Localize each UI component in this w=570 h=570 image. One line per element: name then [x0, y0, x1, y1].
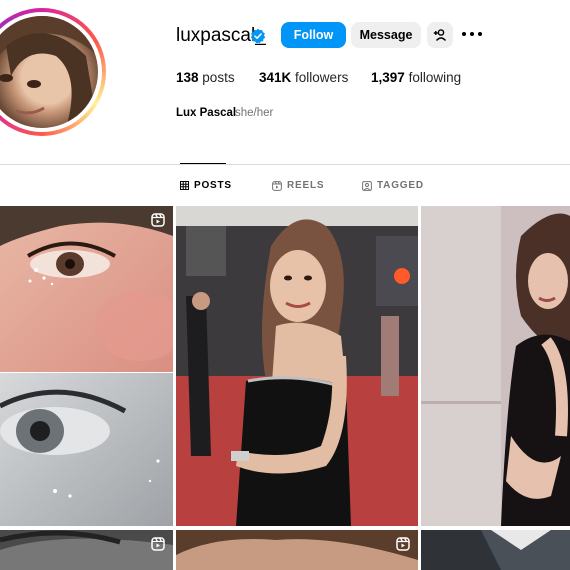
post-tile[interactable]	[421, 206, 570, 526]
post-tile[interactable]	[421, 530, 570, 570]
follow-button[interactable]: Follow	[281, 22, 346, 48]
posts-count: 138	[176, 70, 199, 85]
tab-tagged-label: TAGGED	[377, 180, 424, 191]
suggested-users-button[interactable]	[427, 22, 453, 48]
post-image	[421, 530, 570, 570]
profile-full-name: Lux Pascal	[176, 107, 237, 119]
add-user-icon	[433, 29, 447, 41]
more-dot-icon	[470, 32, 474, 36]
more-options-button[interactable]	[462, 26, 482, 42]
post-image	[0, 530, 173, 570]
tab-reels[interactable]: REELS	[272, 180, 324, 191]
post-tile[interactable]	[0, 530, 173, 570]
reel-indicator-icon	[151, 537, 165, 551]
post-tile[interactable]	[176, 530, 418, 570]
post-image	[176, 206, 418, 526]
post-image	[176, 530, 418, 570]
profile-pronouns: she/her	[235, 107, 274, 119]
post-tile[interactable]	[0, 206, 173, 526]
tabs-divider	[0, 164, 570, 165]
tab-posts[interactable]: POSTS	[180, 180, 232, 191]
verified-badge-icon	[250, 28, 266, 44]
tab-posts-label: POSTS	[194, 180, 232, 191]
more-dot-icon	[478, 32, 482, 36]
grid-icon	[180, 181, 189, 190]
reels-icon	[272, 180, 282, 191]
tab-reels-label: REELS	[287, 180, 325, 191]
following-label: following	[408, 70, 462, 85]
posts-count-stat: 138 posts	[176, 70, 235, 85]
avatar[interactable]	[0, 16, 98, 128]
avatar-border	[0, 12, 102, 132]
message-button[interactable]: Message	[351, 22, 421, 48]
followers-count: 341K	[259, 70, 292, 85]
post-image	[421, 206, 570, 526]
post-image	[0, 206, 173, 526]
reel-indicator-icon	[151, 213, 165, 227]
posts-label: posts	[202, 70, 235, 85]
following-stat[interactable]: 1,397 following	[371, 70, 461, 85]
tagged-icon	[362, 180, 372, 191]
active-tab-indicator	[180, 163, 226, 164]
more-dot-icon	[462, 32, 466, 36]
post-tile[interactable]	[176, 206, 418, 526]
story-ring[interactable]	[0, 8, 106, 136]
followers-stat[interactable]: 341K followers	[259, 70, 348, 85]
followers-label: followers	[295, 70, 349, 85]
tab-tagged[interactable]: TAGGED	[362, 180, 424, 191]
avatar-photo	[0, 16, 98, 128]
following-count: 1,397	[371, 70, 405, 85]
reel-indicator-icon	[396, 537, 410, 551]
